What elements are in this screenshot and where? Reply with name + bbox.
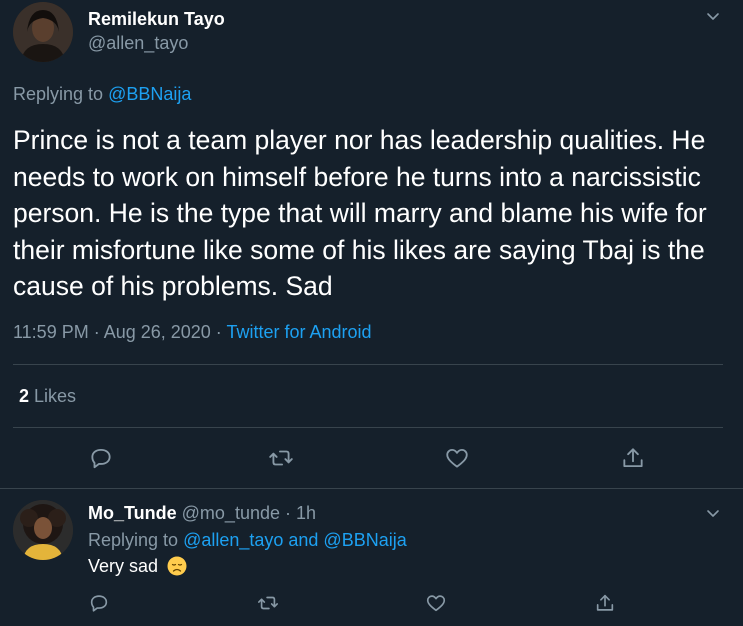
mention-link[interactable]: @allen_tayo and @BBNaija (183, 530, 407, 550)
chevron-down-icon[interactable] (705, 8, 721, 24)
author-name[interactable]: Remilekun Tayo (88, 9, 225, 30)
source-link[interactable]: Twitter for Android (226, 322, 371, 342)
timestamp[interactable]: 11:59 PM · Aug 26, 2020 · (13, 322, 226, 342)
replying-to: Replying to @allen_tayo and @BBNaija (88, 530, 407, 551)
heart-icon[interactable] (425, 592, 447, 614)
share-icon[interactable] (620, 445, 646, 471)
retweet-icon[interactable] (268, 445, 294, 471)
likes-count: 2 (19, 386, 30, 406)
avatar[interactable] (13, 2, 73, 62)
mention-link[interactable]: @BBNaija (108, 84, 191, 104)
reply-icon[interactable] (88, 445, 114, 471)
replying-prefix: Replying to (13, 84, 104, 104)
tweet-thread: Remilekun Tayo @allen_tayo Replying to @… (0, 0, 743, 626)
divider (0, 488, 743, 489)
heart-icon[interactable] (444, 445, 470, 471)
disappointed-face-icon (167, 556, 187, 576)
reply-text: Very sad (88, 556, 187, 577)
replying-to: Replying to @BBNaija (13, 84, 191, 105)
replying-prefix: Replying to (88, 530, 184, 550)
divider (13, 364, 723, 365)
author-handle[interactable]: @allen_tayo (88, 33, 188, 54)
tweet-text: Prince is not a team player nor has lead… (13, 125, 707, 301)
avatar[interactable] (13, 500, 73, 560)
chevron-down-icon[interactable] (705, 505, 721, 521)
divider (13, 427, 723, 428)
share-icon[interactable] (594, 592, 616, 614)
reply-author-name[interactable]: Mo_Tunde (88, 503, 177, 523)
tweet-meta: 11:59 PM · Aug 26, 2020 · Twitter for An… (13, 322, 372, 343)
reply-author-handle[interactable]: @mo_tunde · 1h (177, 503, 316, 523)
reply-icon[interactable] (88, 592, 110, 614)
likes-stat[interactable]: 2 Likes (19, 386, 76, 407)
likes-label: Likes (29, 386, 77, 406)
reply-header: Mo_Tunde @mo_tunde · 1h (88, 503, 316, 524)
reply-text-content: Very sad (88, 556, 159, 576)
retweet-icon[interactable] (257, 592, 279, 614)
